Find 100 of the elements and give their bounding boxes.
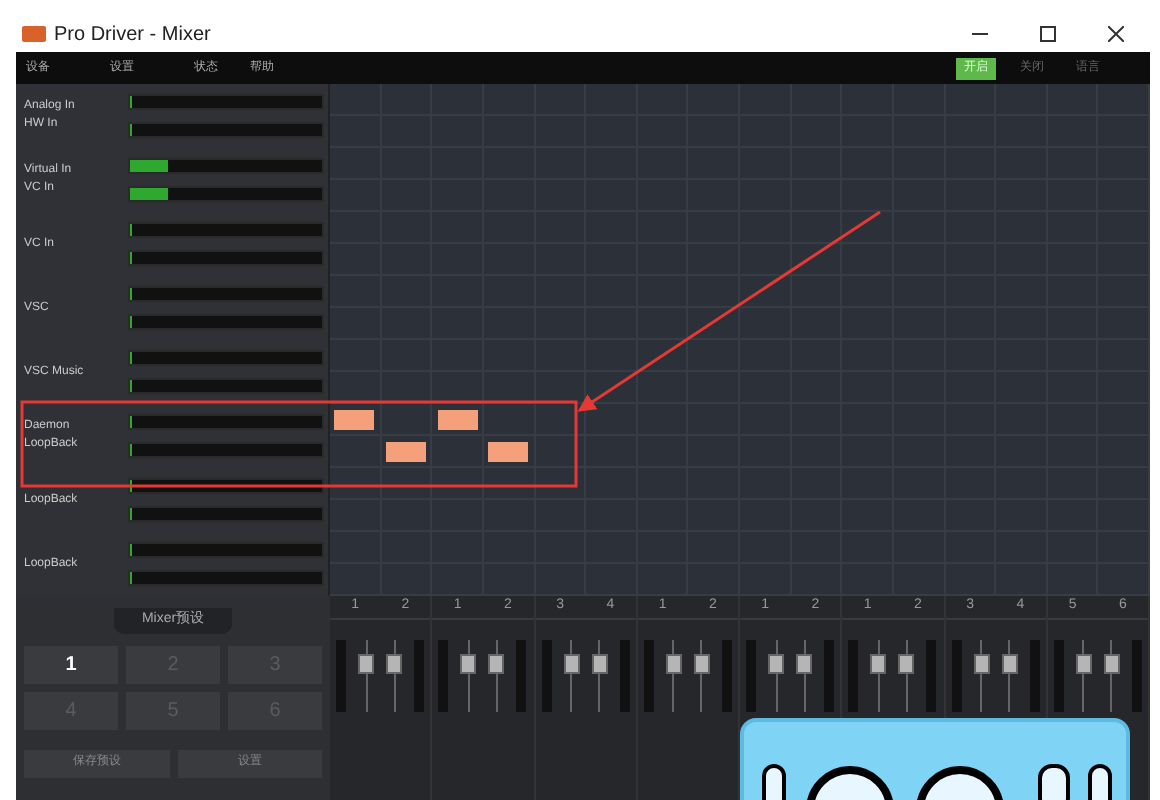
- fader-thumb[interactable]: [693, 653, 710, 673]
- grid-cell[interactable]: [1098, 148, 1150, 180]
- grid-cell[interactable]: [893, 84, 945, 116]
- grid-cell[interactable]: [740, 276, 792, 308]
- grid-cell[interactable]: [330, 148, 382, 180]
- grid-cell[interactable]: [432, 468, 484, 500]
- output-meter: [824, 640, 835, 712]
- grid-cell[interactable]: [1047, 84, 1099, 116]
- grid-cell[interactable]: [1098, 116, 1150, 148]
- grid-cell[interactable]: [535, 84, 587, 116]
- grid-cell[interactable]: [637, 372, 689, 404]
- grid-cell[interactable]: [330, 532, 382, 564]
- grid-cell[interactable]: [688, 340, 740, 372]
- grid-cell[interactable]: [330, 180, 382, 212]
- grid-cell[interactable]: [996, 84, 1048, 116]
- grid-cell[interactable]: [330, 404, 382, 436]
- grid-cell[interactable]: [637, 84, 689, 116]
- grid-cell[interactable]: [1098, 404, 1150, 436]
- fader-thumb[interactable]: [898, 653, 915, 673]
- grid-cell[interactable]: [1098, 84, 1150, 116]
- grid-cell[interactable]: [688, 276, 740, 308]
- fader-thumb[interactable]: [870, 653, 887, 673]
- grid-cell[interactable]: [330, 244, 382, 276]
- grid-cell[interactable]: [330, 500, 382, 532]
- fader-thumb[interactable]: [591, 653, 608, 673]
- fader-thumb[interactable]: [768, 653, 785, 673]
- grid-cell[interactable]: [432, 404, 484, 436]
- grid-cell[interactable]: [330, 212, 382, 244]
- grid-cell[interactable]: [586, 404, 638, 436]
- fader-thumb[interactable]: [1001, 653, 1018, 673]
- grid-cell[interactable]: [586, 340, 638, 372]
- grid-cell[interactable]: [432, 84, 484, 116]
- active-block: [385, 441, 426, 461]
- grid-cell[interactable]: [1098, 212, 1150, 244]
- grid-cell[interactable]: [381, 84, 433, 116]
- grid-cell[interactable]: [1098, 468, 1150, 500]
- output-meter: [848, 640, 859, 712]
- grid-cell[interactable]: [688, 308, 740, 340]
- fader-thumb[interactable]: [386, 653, 403, 673]
- grid-cell[interactable]: [842, 244, 894, 276]
- grid-cell[interactable]: [688, 84, 740, 116]
- grid-cell[interactable]: [1098, 500, 1150, 532]
- fader-thumb[interactable]: [1075, 653, 1092, 673]
- grid-cell[interactable]: [381, 468, 433, 500]
- grid-cell[interactable]: [791, 212, 843, 244]
- fader-thumb[interactable]: [488, 653, 505, 673]
- grid-cell[interactable]: [791, 276, 843, 308]
- grid-cell[interactable]: [330, 340, 382, 372]
- output-meter: [1053, 640, 1064, 712]
- grid-cell[interactable]: [791, 244, 843, 276]
- grid-cell[interactable]: [330, 436, 382, 468]
- window-title: Pro Driver - Mixer: [54, 21, 211, 49]
- grid-cell[interactable]: [586, 84, 638, 116]
- grid-cell[interactable]: [1098, 276, 1150, 308]
- fader-thumb[interactable]: [358, 653, 375, 673]
- fader-thumb[interactable]: [460, 653, 477, 673]
- fader-thumb[interactable]: [796, 653, 813, 673]
- output-meter: [746, 640, 756, 712]
- grid-cell[interactable]: [381, 436, 433, 468]
- grid-cell[interactable]: [330, 468, 382, 500]
- grid-cell[interactable]: [842, 180, 894, 212]
- grid-cell[interactable]: [535, 436, 587, 468]
- grid-cell[interactable]: [1098, 180, 1150, 212]
- grid-cell[interactable]: [330, 116, 382, 148]
- active-block: [334, 409, 375, 429]
- maximize-icon[interactable]: [1040, 26, 1056, 42]
- grid-cell[interactable]: [637, 340, 689, 372]
- fader-thumb[interactable]: [1103, 653, 1120, 673]
- grid-cell[interactable]: [483, 468, 535, 500]
- output-meter: [541, 640, 551, 712]
- grid-cell[interactable]: [483, 84, 535, 116]
- grid-cell[interactable]: [535, 468, 587, 500]
- grid-cell[interactable]: [330, 308, 382, 340]
- grid-cell[interactable]: [945, 84, 997, 116]
- app-logo-icon: [22, 26, 46, 42]
- fader-thumb[interactable]: [563, 653, 580, 673]
- preset-button[interactable]: 1: [24, 645, 118, 683]
- fader-thumb[interactable]: [973, 653, 990, 673]
- close-icon[interactable]: [1108, 26, 1124, 42]
- grid-cell[interactable]: [1098, 372, 1150, 404]
- fader-thumb[interactable]: [665, 653, 682, 673]
- grid-cell[interactable]: [637, 308, 689, 340]
- grid-cell[interactable]: [842, 84, 894, 116]
- grid-cell[interactable]: [740, 244, 792, 276]
- grid-cell[interactable]: [1098, 340, 1150, 372]
- grid-cell[interactable]: [740, 84, 792, 116]
- grid-cell[interactable]: [842, 212, 894, 244]
- output-meter: [951, 640, 961, 712]
- grid-cell[interactable]: [1098, 532, 1150, 564]
- grid-cell[interactable]: [1098, 308, 1150, 340]
- grid-cell[interactable]: [381, 404, 433, 436]
- grid-cell[interactable]: [483, 404, 535, 436]
- grid-cell[interactable]: [791, 84, 843, 116]
- grid-cell[interactable]: [1098, 244, 1150, 276]
- grid-cell[interactable]: [740, 308, 792, 340]
- grid-cell[interactable]: [483, 436, 535, 468]
- grid-cell[interactable]: [1098, 436, 1150, 468]
- output-meter: [721, 640, 732, 712]
- grid-cell[interactable]: [330, 276, 382, 308]
- grid-cell[interactable]: [330, 84, 382, 116]
